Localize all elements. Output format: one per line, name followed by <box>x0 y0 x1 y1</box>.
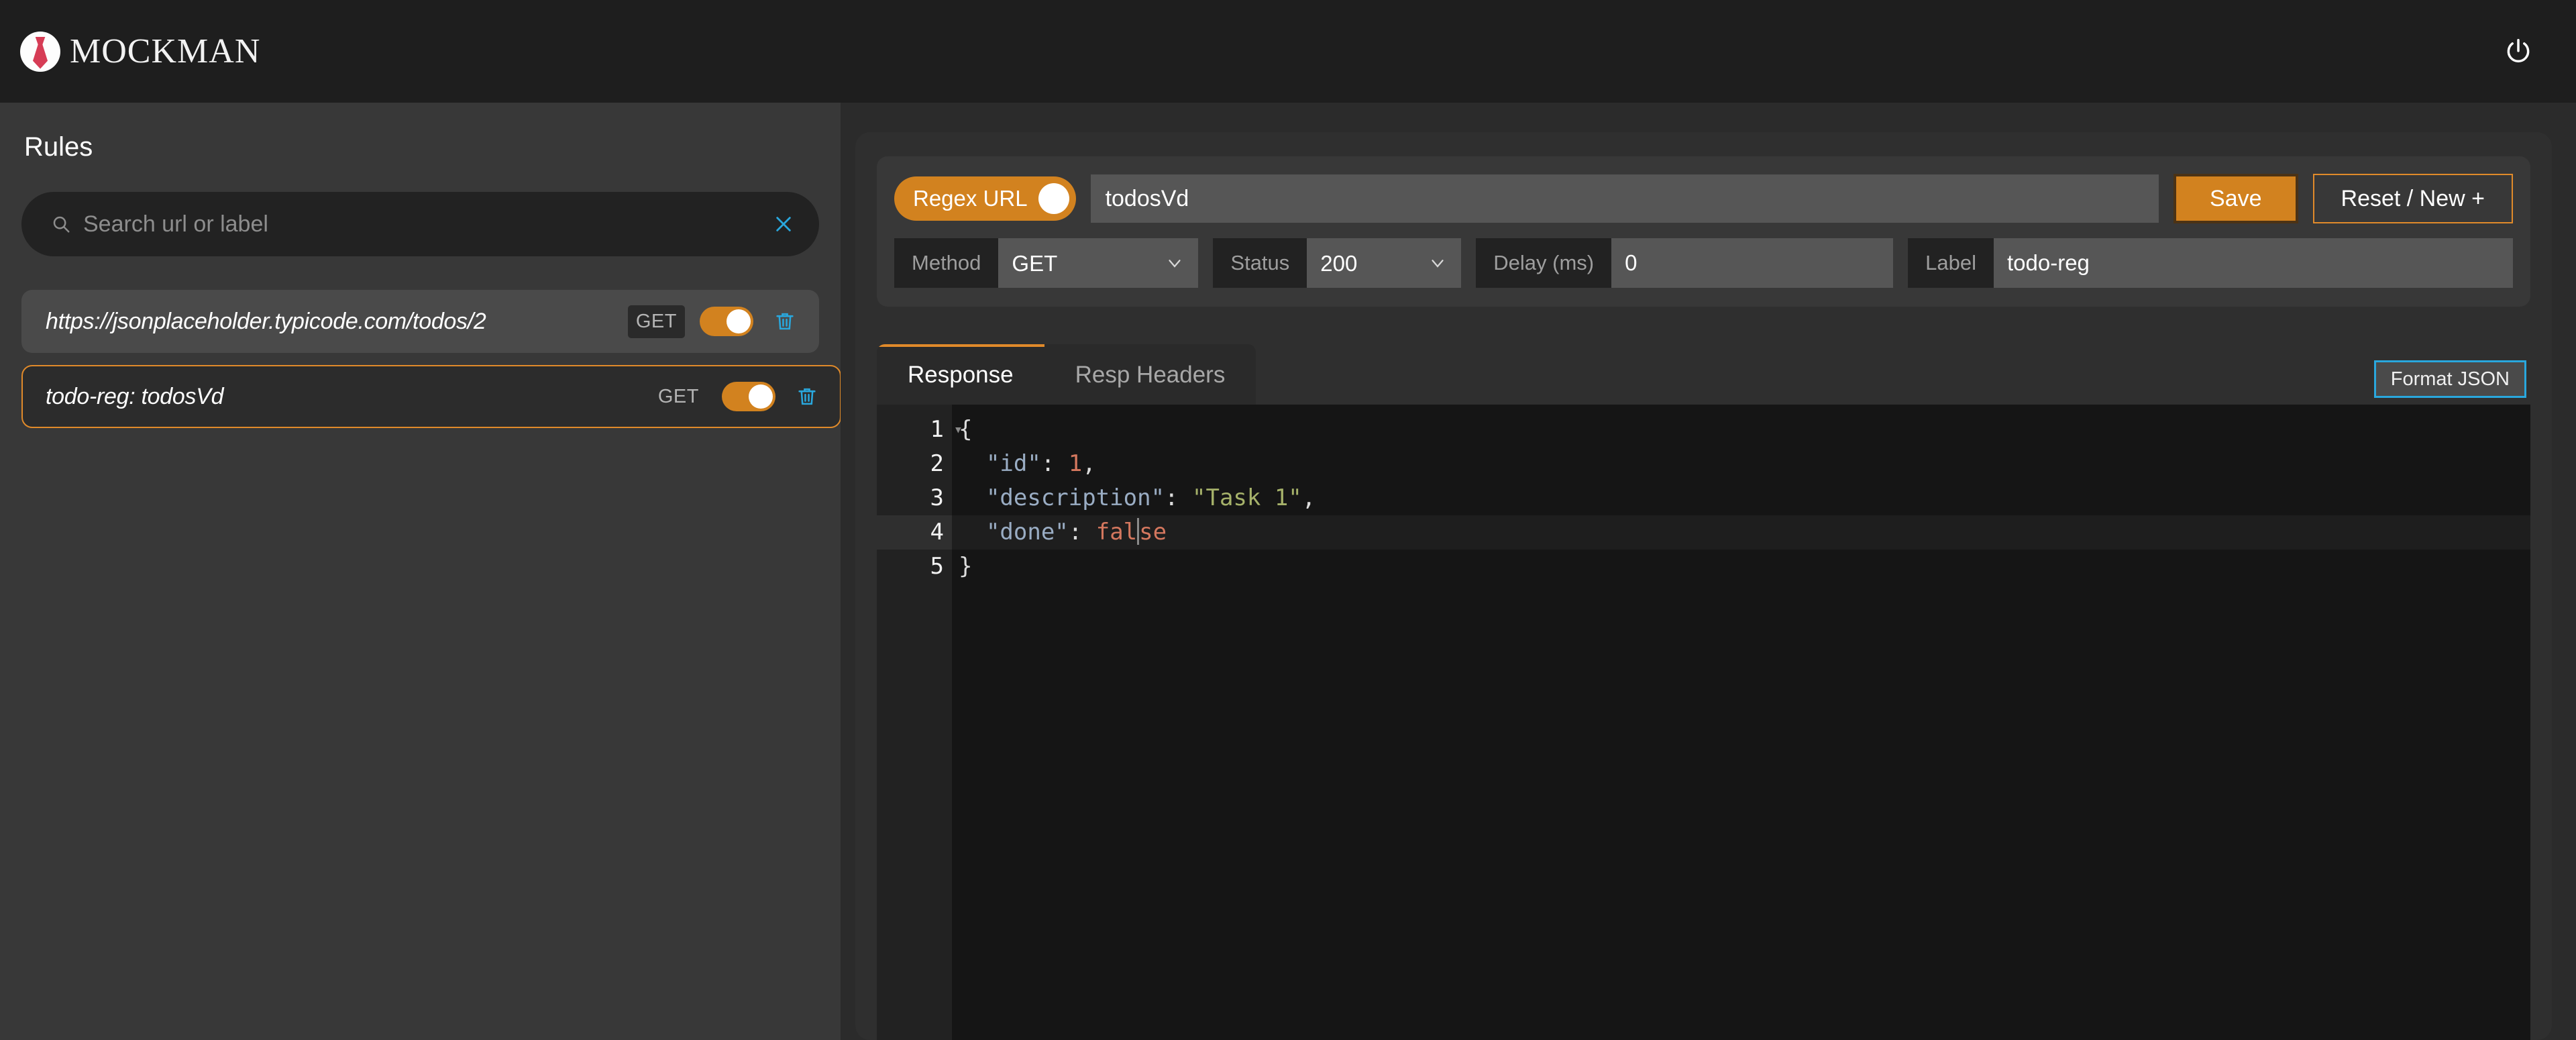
status-field: Status 200 <box>1213 238 1462 288</box>
tab-response[interactable]: Response <box>877 344 1044 405</box>
search-bar <box>21 192 819 256</box>
editor-gutter: 1 ▾ 2 3 4 5 <box>877 405 963 1040</box>
response-tabs: Response Resp Headers <box>877 344 1256 405</box>
rule-toolbar-row-meta: Method GET Status 200 Delay (ms) 0 Label… <box>894 238 2513 288</box>
save-button[interactable]: Save <box>2174 174 2298 223</box>
rule-url-label: https://jsonplaceholder.typicode.com/tod… <box>46 308 486 334</box>
regex-url-toggle-knob <box>1038 183 1069 214</box>
response-tabs-row: Response Resp Headers Format JSON <box>877 344 2530 405</box>
page-title: Rules <box>24 132 93 162</box>
method-label: Method <box>894 238 999 288</box>
search-icon <box>51 214 71 234</box>
editor-code-area[interactable]: { "id": 1, "description": "Task 1", "don… <box>952 405 2530 1040</box>
rule-editor-card: Regex URL Save Reset / New + Method GET <box>855 132 2552 1040</box>
chevron-down-small-icon[interactable]: ▾ <box>954 422 963 437</box>
rule-method-badge: GET <box>627 305 685 338</box>
app-header: MOCKMAN <box>0 0 2576 103</box>
gutter-line-number: 5 <box>930 553 944 580</box>
rule-toolbar: Regex URL Save Reset / New + Method GET <box>877 156 2530 307</box>
power-icon[interactable] <box>2497 30 2540 73</box>
gutter-line-number: 3 <box>930 484 944 511</box>
rule-enable-toggle[interactable] <box>722 382 775 411</box>
format-json-button[interactable]: Format JSON <box>2373 360 2526 398</box>
delay-label: Delay (ms) <box>1476 238 1612 288</box>
necktie-logo-icon <box>20 31 60 72</box>
method-field: Method GET <box>894 238 1199 288</box>
gutter-line-number: 1 ▾ <box>930 416 963 443</box>
code-line: } <box>959 553 973 580</box>
rule-method-badge: GET <box>657 385 699 407</box>
status-label: Status <box>1213 238 1307 288</box>
rule-list-item[interactable]: todo-reg: todosVd GET <box>21 365 841 428</box>
rule-editor-panel: Regex URL Save Reset / New + Method GET <box>841 103 2576 1040</box>
trash-icon[interactable] <box>790 380 824 413</box>
gutter-line-number: 4 <box>877 515 952 550</box>
workspace: Rules https://jsonplaceholder.typicode.c… <box>0 103 2576 1040</box>
rules-list: https://jsonplaceholder.typicode.com/tod… <box>21 290 841 428</box>
rule-list-item[interactable]: https://jsonplaceholder.typicode.com/tod… <box>21 290 819 353</box>
url-input[interactable] <box>1090 174 2159 223</box>
text-cursor <box>1137 517 1140 545</box>
rule-url-label: todo-reg: todosVd <box>46 383 224 409</box>
regex-url-toggle-label: Regex URL <box>913 186 1028 211</box>
trash-icon[interactable] <box>768 305 802 338</box>
gutter-line-number: 2 <box>930 450 944 477</box>
close-icon[interactable] <box>768 209 799 240</box>
response-body-editor[interactable]: 1 ▾ 2 3 4 5 { "id": 1, "description": "… <box>877 405 2530 1040</box>
regex-url-toggle[interactable]: Regex URL <box>894 176 1076 221</box>
tab-resp-headers[interactable]: Resp Headers <box>1044 344 1256 405</box>
code-line: "description": "Task 1", <box>985 484 1316 511</box>
rule-toolbar-row-url: Regex URL Save Reset / New + <box>894 174 2513 223</box>
rules-sidebar: Rules https://jsonplaceholder.typicode.c… <box>0 103 841 1040</box>
delay-input[interactable] <box>1611 238 1894 288</box>
status-select[interactable]: 200 <box>1307 238 1462 288</box>
code-line: "id": 1, <box>985 450 1096 477</box>
delay-field: Delay (ms) <box>1476 238 1894 288</box>
code-line: { <box>959 416 973 443</box>
rule-enable-toggle[interactable] <box>700 307 753 336</box>
label-label: Label <box>1908 238 1994 288</box>
reset-new-button[interactable]: Reset / New + <box>2312 174 2513 223</box>
app-title: MOCKMAN <box>70 32 261 70</box>
code-line: "done": fal se <box>952 515 2530 550</box>
search-input[interactable] <box>83 211 768 238</box>
label-input[interactable] <box>1994 238 2513 288</box>
label-field: Label <box>1908 238 2513 288</box>
method-select[interactable]: GET <box>998 238 1199 288</box>
brand: MOCKMAN <box>20 31 261 72</box>
